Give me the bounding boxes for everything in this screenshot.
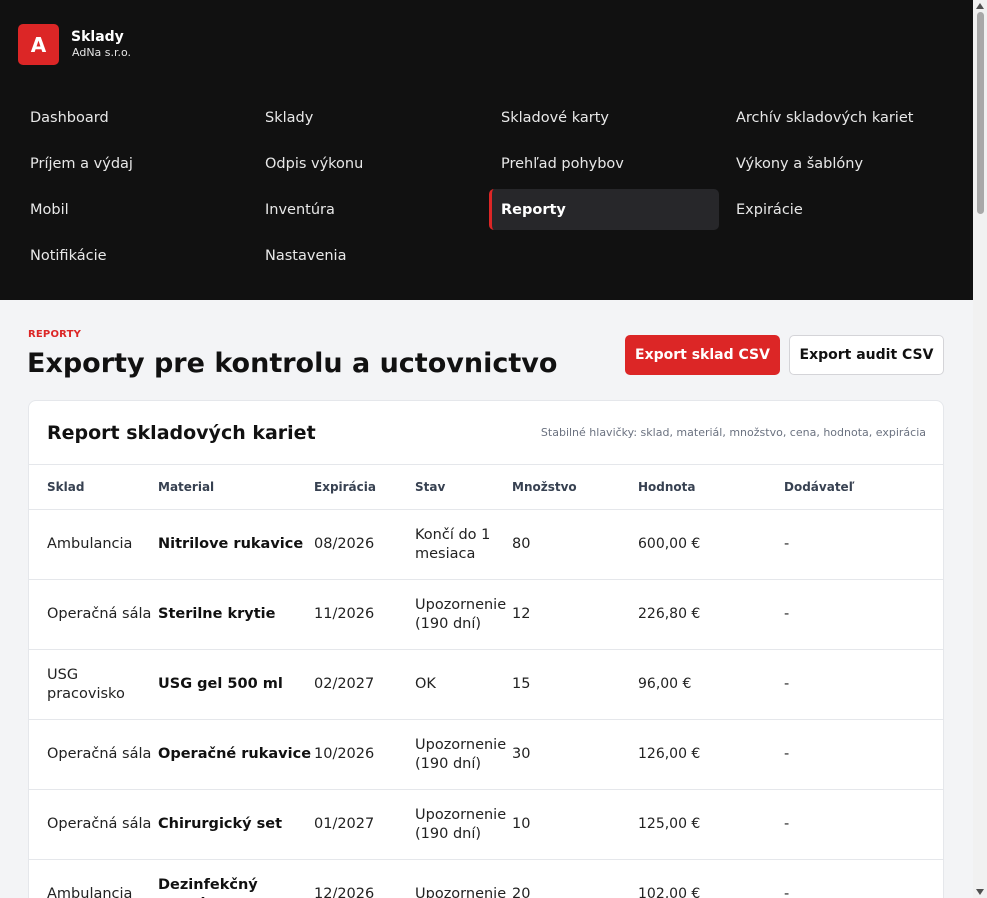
nav-item-expiracie[interactable]: Expirácie <box>724 189 954 230</box>
nav-item-vykony-a-sablony[interactable]: Výkony a šablóny <box>724 143 954 184</box>
nav-item-skladove-karty[interactable]: Skladové karty <box>489 97 719 138</box>
cell-material: USG gel 500 ml <box>158 649 314 720</box>
cell-stav: OK <box>415 649 512 720</box>
table-row[interactable]: Operačná sála Operačné rukavice 10/2026 … <box>29 719 943 790</box>
nav-item-inventura[interactable]: Inventúra <box>253 189 483 230</box>
cell-hodnota: 102,00 € <box>638 859 784 898</box>
report-table: Sklad Material Expirácia Stav Množstvo H… <box>29 464 943 898</box>
cell-expiracia: 11/2026 <box>314 579 415 650</box>
column-header-material[interactable]: Material <box>158 464 314 510</box>
cell-material: Nitrilove rukavice <box>158 509 314 580</box>
cell-expiracia: 12/2026 <box>314 859 415 898</box>
report-card: Report skladových kariet Stabilné hlavič… <box>28 400 944 898</box>
export-audit-csv-button[interactable]: Export audit CSV <box>789 335 944 375</box>
cell-dodavatel: - <box>784 789 943 860</box>
table-row[interactable]: Operačná sála Sterilne krytie 11/2026 Up… <box>29 579 943 650</box>
cell-sklad: USG pracovisko <box>29 649 158 720</box>
cell-mnozstvo: 20 <box>512 859 638 898</box>
column-header-dodavatel[interactable]: Dodávateľ <box>784 464 943 510</box>
cell-sklad: Operačná sála <box>29 719 158 790</box>
nav-item-prijem-a-vydaj[interactable]: Príjem a výdaj <box>18 143 248 184</box>
nav-item-sklady[interactable]: Sklady <box>253 97 483 138</box>
cell-dodavatel: - <box>784 719 943 790</box>
brand[interactable]: A Sklady AdNa s.r.o. <box>18 24 131 65</box>
table-row[interactable]: Ambulancia Nitrilove rukavice 08/2026 Ko… <box>29 509 943 580</box>
top-navigation-bar: A Sklady AdNa s.r.o. Dashboard Sklady Sk… <box>0 0 973 300</box>
cell-material: Chirurgický set <box>158 789 314 860</box>
page-title: Exporty pre kontrolu a uctovnictvo <box>27 348 558 379</box>
nav-item-reporty[interactable]: Reporty <box>489 189 719 230</box>
cell-hodnota: 226,80 € <box>638 579 784 650</box>
cell-material: Operačné rukavice <box>158 719 314 790</box>
cell-expiracia: 02/2027 <box>314 649 415 720</box>
scroll-down-arrow-icon[interactable] <box>976 889 984 895</box>
nav-item-archiv-skladovych-kariet[interactable]: Archív skladových kariet <box>724 97 954 138</box>
section-eyebrow: REPORTY <box>28 329 82 340</box>
nav-item-nastavenia[interactable]: Nastavenia <box>253 235 483 276</box>
scroll-up-arrow-icon[interactable] <box>976 3 984 9</box>
column-header-sklad[interactable]: Sklad <box>29 464 158 510</box>
cell-mnozstvo: 30 <box>512 719 638 790</box>
nav-item-notifikacie[interactable]: Notifikácie <box>18 235 248 276</box>
cell-hodnota: 96,00 € <box>638 649 784 720</box>
cell-stav: Končí do 1 mesiaca <box>415 509 512 580</box>
cell-dodavatel: - <box>784 859 943 898</box>
cell-stav: Upozornenie (190 dní) <box>415 789 512 860</box>
report-note: Stabilné hlavičky: sklad, materiál, množ… <box>540 426 926 439</box>
company-name: AdNa s.r.o. <box>72 46 132 59</box>
app-logo: A <box>18 24 59 65</box>
table-row[interactable]: Ambulancia Dezinfekčný roztok 12/2026 Up… <box>29 859 943 898</box>
page-scrollbar[interactable] <box>973 0 987 898</box>
table-row[interactable]: Operačná sála Chirurgický set 01/2027 Up… <box>29 789 943 860</box>
table-header-row: Sklad Material Expirácia Stav Množstvo H… <box>29 464 943 510</box>
nav-item-prehlad-pohybov[interactable]: Prehľad pohybov <box>489 143 719 184</box>
scrollbar-thumb[interactable] <box>977 12 984 214</box>
cell-material: Dezinfekčný roztok <box>158 859 314 898</box>
nav-item-mobil[interactable]: Mobil <box>18 189 248 230</box>
cell-sklad: Ambulancia <box>29 859 158 898</box>
cell-stav: Upozornenie <box>415 859 512 898</box>
cell-hodnota: 126,00 € <box>638 719 784 790</box>
cell-sklad: Operačná sála <box>29 789 158 860</box>
cell-stav: Upozornenie (190 dní) <box>415 719 512 790</box>
column-header-mnozstvo[interactable]: Množstvo <box>512 464 638 510</box>
table-row[interactable]: USG pracovisko USG gel 500 ml 02/2027 OK… <box>29 649 943 720</box>
cell-mnozstvo: 12 <box>512 579 638 650</box>
cell-material: Sterilne krytie <box>158 579 314 650</box>
export-stock-csv-button[interactable]: Export sklad CSV <box>625 335 780 375</box>
cell-hodnota: 125,00 € <box>638 789 784 860</box>
cell-sklad: Ambulancia <box>29 509 158 580</box>
cell-dodavatel: - <box>784 649 943 720</box>
cell-expiracia: 10/2026 <box>314 719 415 790</box>
cell-expiracia: 01/2027 <box>314 789 415 860</box>
nav-item-dashboard[interactable]: Dashboard <box>18 97 248 138</box>
column-header-hodnota[interactable]: Hodnota <box>638 464 784 510</box>
brand-text: Sklady AdNa s.r.o. <box>71 29 131 60</box>
cell-mnozstvo: 10 <box>512 789 638 860</box>
cell-mnozstvo: 80 <box>512 509 638 580</box>
report-title: Report skladových kariet <box>47 422 316 444</box>
cell-dodavatel: - <box>784 579 943 650</box>
cell-hodnota: 600,00 € <box>638 509 784 580</box>
cell-sklad: Operačná sála <box>29 579 158 650</box>
column-header-stav[interactable]: Stav <box>415 464 512 510</box>
nav-item-odpis-vykonu[interactable]: Odpis výkonu <box>253 143 483 184</box>
cell-expiracia: 08/2026 <box>314 509 415 580</box>
app-title: Sklady <box>71 29 124 45</box>
column-header-expiracia[interactable]: Expirácia <box>314 464 415 510</box>
cell-dodavatel: - <box>784 509 943 580</box>
cell-stav: Upozornenie (190 dní) <box>415 579 512 650</box>
cell-mnozstvo: 15 <box>512 649 638 720</box>
